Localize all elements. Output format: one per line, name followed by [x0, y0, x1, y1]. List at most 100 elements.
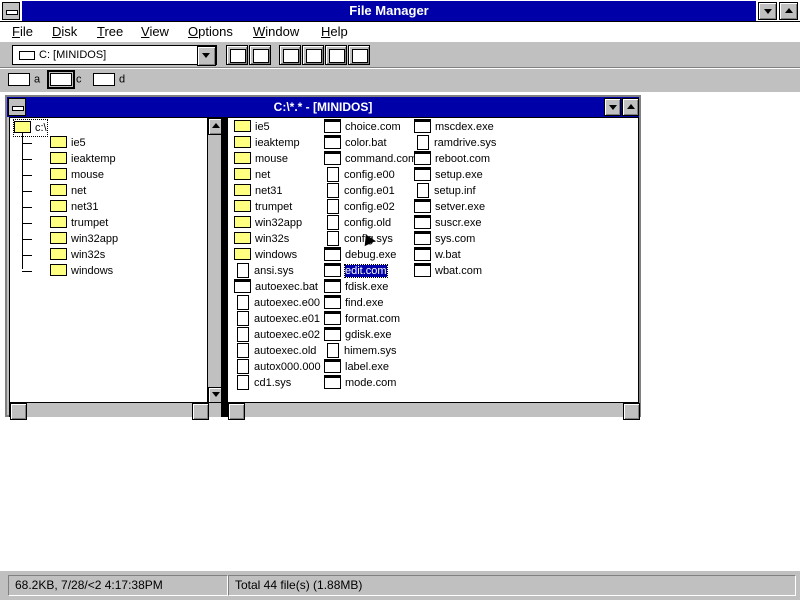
file-item[interactable]: autoexec.e00: [234, 294, 320, 311]
sort-name-button[interactable]: [325, 45, 347, 65]
minimize-button[interactable]: [758, 2, 777, 20]
menu-view[interactable]: View: [141, 23, 169, 41]
file-item[interactable]: edit.com: [324, 263, 388, 279]
view-name-button[interactable]: [279, 45, 301, 65]
tree-folder-item[interactable]: win32s: [50, 247, 105, 263]
file-item[interactable]: setup.inf: [414, 182, 476, 199]
view-details-icon: [306, 49, 322, 63]
menu-options[interactable]: Options: [188, 23, 233, 41]
file-item[interactable]: setver.exe: [414, 199, 485, 215]
file-item[interactable]: w.bat: [414, 247, 461, 263]
drive-d[interactable]: d: [93, 73, 125, 86]
file-item[interactable]: autoexec.old: [234, 342, 316, 359]
scroll-left-button[interactable]: [10, 403, 27, 420]
system-menu-button[interactable]: [2, 2, 20, 20]
file-item[interactable]: debug.exe: [324, 247, 396, 263]
file-item[interactable]: himem.sys: [324, 342, 397, 359]
file-item[interactable]: command.com: [324, 151, 417, 167]
file-item[interactable]: ansi.sys: [234, 262, 294, 279]
tree-folder-label: mouse: [71, 169, 105, 181]
child-system-menu-button[interactable]: [8, 98, 26, 116]
file-item[interactable]: wbat.com: [414, 263, 482, 279]
file-item[interactable]: ramdrive.sys: [414, 134, 497, 151]
drive-select[interactable]: C: [MINIDOS]: [12, 45, 217, 66]
menu-disk[interactable]: Disk: [52, 23, 77, 41]
file-item[interactable]: mouse: [234, 151, 288, 167]
file-item[interactable]: autoexec.e02: [234, 326, 320, 343]
child-maximize-button[interactable]: [622, 98, 639, 116]
program-icon: [324, 119, 341, 134]
tree-folder-item[interactable]: win32app: [50, 231, 118, 247]
file-item[interactable]: label.exe: [324, 359, 389, 375]
file-item[interactable]: mode.com: [324, 375, 396, 391]
drive-letter: d: [119, 73, 126, 86]
scroll-left-button[interactable]: [228, 403, 245, 420]
file-item[interactable]: find.exe: [324, 295, 384, 311]
menu-tree[interactable]: Tree: [97, 23, 123, 41]
child-minimize-button[interactable]: [604, 98, 621, 116]
file-item[interactable]: config.e01: [324, 182, 395, 199]
file-item[interactable]: win32s: [234, 231, 289, 247]
file-item[interactable]: net31: [234, 183, 283, 199]
file-item[interactable]: config.e00: [324, 166, 395, 183]
file-item[interactable]: net: [234, 167, 270, 183]
file-item[interactable]: fdisk.exe: [324, 279, 388, 295]
tree-horizontal-scrollbar[interactable]: [10, 402, 222, 420]
file-item[interactable]: win32app: [234, 215, 302, 231]
folder-icon: [50, 168, 67, 181]
connect-net-drive-button[interactable]: [226, 45, 248, 65]
drive-a[interactable]: a: [8, 73, 40, 86]
file-item[interactable]: mscdex.exe: [414, 119, 494, 135]
file-item[interactable]: suscr.exe: [414, 215, 481, 231]
file-name: config.old: [344, 217, 392, 229]
file-item[interactable]: cd1.sys: [234, 374, 291, 391]
menu-help[interactable]: Help: [321, 23, 348, 41]
file-item[interactable]: autoexec.e01: [234, 310, 320, 327]
scroll-right-button[interactable]: [192, 403, 209, 420]
folder-icon: [234, 168, 251, 181]
maximize-icon: [785, 8, 793, 13]
file-item[interactable]: ieaktemp: [234, 135, 300, 151]
sort-type-button[interactable]: [348, 45, 370, 65]
tree-folder-item[interactable]: net: [50, 183, 86, 199]
drive-c[interactable]: c: [47, 70, 82, 89]
folder-icon: [234, 216, 251, 229]
program-icon: [414, 231, 431, 246]
file-item[interactable]: ie5: [234, 119, 270, 135]
dropdown-arrow-button[interactable]: [197, 46, 216, 66]
scroll-right-button[interactable]: [623, 403, 640, 420]
file-item[interactable]: config.old: [324, 214, 392, 231]
maximize-icon: [627, 104, 635, 109]
file-item[interactable]: color.bat: [324, 135, 387, 151]
tree-folder-item[interactable]: ie5: [50, 135, 86, 151]
file-item[interactable]: trumpet: [234, 199, 292, 215]
file-name: ramdrive.sys: [434, 137, 497, 149]
file-item[interactable]: setup.exe: [414, 167, 483, 183]
tree-folder-item[interactable]: trumpet: [50, 215, 108, 231]
disconnect-net-drive-button[interactable]: [249, 45, 271, 65]
file-item[interactable]: autoexec.bat: [234, 279, 318, 295]
file-item[interactable]: config.e02: [324, 198, 395, 215]
tree-vertical-scrollbar[interactable]: [207, 118, 225, 404]
tree-folder-item[interactable]: mouse: [50, 167, 104, 183]
menu-window[interactable]: Window: [253, 23, 299, 41]
file-item[interactable]: gdisk.exe: [324, 327, 391, 343]
program-icon: [414, 167, 431, 182]
file-item[interactable]: autox000.000: [234, 358, 321, 375]
file-item[interactable]: config.sys: [324, 230, 393, 247]
file-item[interactable]: sys.com: [414, 231, 475, 247]
maximize-button[interactable]: [779, 2, 798, 20]
tree-folder-item[interactable]: ieaktemp: [50, 151, 116, 167]
tree-folder-item[interactable]: net31: [50, 199, 99, 215]
tree-folder-item[interactable]: windows: [50, 263, 113, 279]
tree-root[interactable]: c:\: [13, 119, 48, 137]
view-details-button[interactable]: [302, 45, 324, 65]
toolbar: C: [MINIDOS]: [0, 42, 800, 68]
document-icon: [417, 134, 429, 150]
files-horizontal-scrollbar[interactable]: [228, 402, 640, 420]
menu-file[interactable]: File: [12, 23, 33, 41]
file-item[interactable]: choice.com: [324, 119, 401, 135]
file-item[interactable]: reboot.com: [414, 151, 490, 167]
file-item[interactable]: windows: [234, 247, 297, 263]
file-item[interactable]: format.com: [324, 311, 400, 327]
